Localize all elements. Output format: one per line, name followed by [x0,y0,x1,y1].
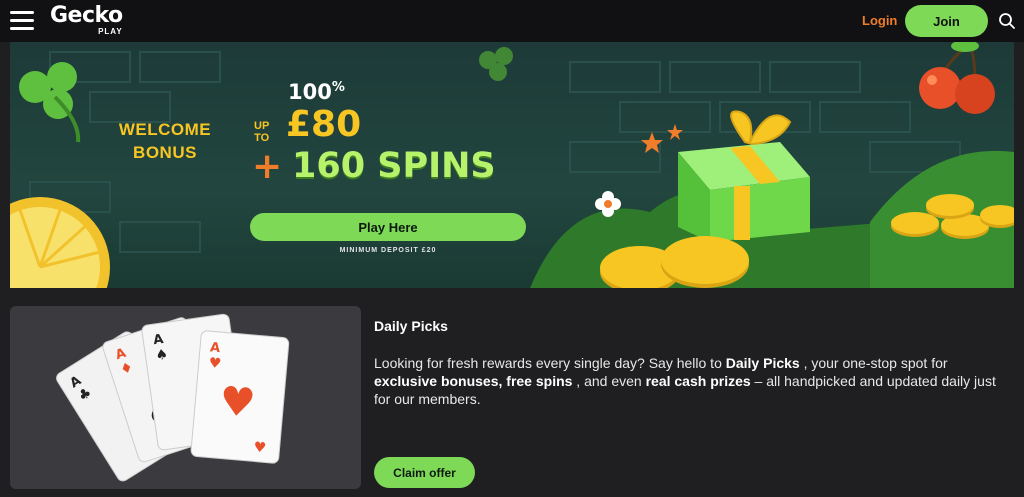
plus-sign: + [252,146,283,187]
svg-text:A: A [152,332,164,348]
up-text: UP [254,120,270,132]
desc-part: , your one-stop spot for [799,355,948,371]
join-button[interactable]: Join [905,5,988,37]
svg-text:♥: ♥ [253,439,267,456]
svg-text:A: A [209,340,220,356]
welcome-line-2: BONUS [133,143,197,162]
login-link[interactable]: Login [862,13,897,28]
welcome-banner[interactable]: WELCOME BONUS 100% UP TO £80 + 160 SPINS… [10,42,1014,288]
desc-bold-cash-prizes: real cash prizes [645,373,751,389]
promo-description: Looking for fresh rewards every single d… [374,354,1002,408]
desc-bold-bonuses: exclusive bonuses, free spins [374,373,573,389]
top-header: Gecko PLAY Login Join [0,0,1024,42]
playing-cards-illustration: A ♣ A ♦ ♠ A ♠ A ♥ ♥ ♥ [56,313,290,482]
welcome-line-1: WELCOME [118,120,212,139]
minimum-deposit-note: MINIMUM DEPOSIT £20 [339,247,437,254]
percent-value: 100 [288,80,332,104]
up-to-label: UP TO [254,120,269,144]
search-icon[interactable] [998,12,1016,30]
to-text: TO [254,132,270,144]
bonus-percent: 100% [288,80,345,104]
desc-bold-daily-picks: Daily Picks [725,355,800,371]
logo-text: Gecko [50,3,123,28]
percent-sign: % [331,80,345,95]
desc-part: , and even [572,373,646,389]
free-spins-label: 160 SPINS [292,146,496,186]
svg-text:♥: ♥ [217,378,257,427]
desc-part: Looking for fresh rewards every single d… [374,355,726,371]
svg-text:♥: ♥ [208,355,222,372]
gecko-logo[interactable]: Gecko PLAY [50,5,123,37]
menu-icon[interactable] [10,11,34,31]
logo-subtext: PLAY [98,27,123,36]
promo-title: Daily Picks [374,318,448,334]
daily-picks-image[interactable]: A ♣ A ♦ ♠ A ♠ A ♥ ♥ ♥ [10,306,361,489]
bonus-amount: £80 [286,104,362,145]
welcome-bonus-label: WELCOME BONUS [110,118,220,164]
svg-text:♠: ♠ [154,346,169,364]
claim-offer-button[interactable]: Claim offer [374,457,475,488]
play-here-button[interactable]: Play Here [250,213,526,241]
